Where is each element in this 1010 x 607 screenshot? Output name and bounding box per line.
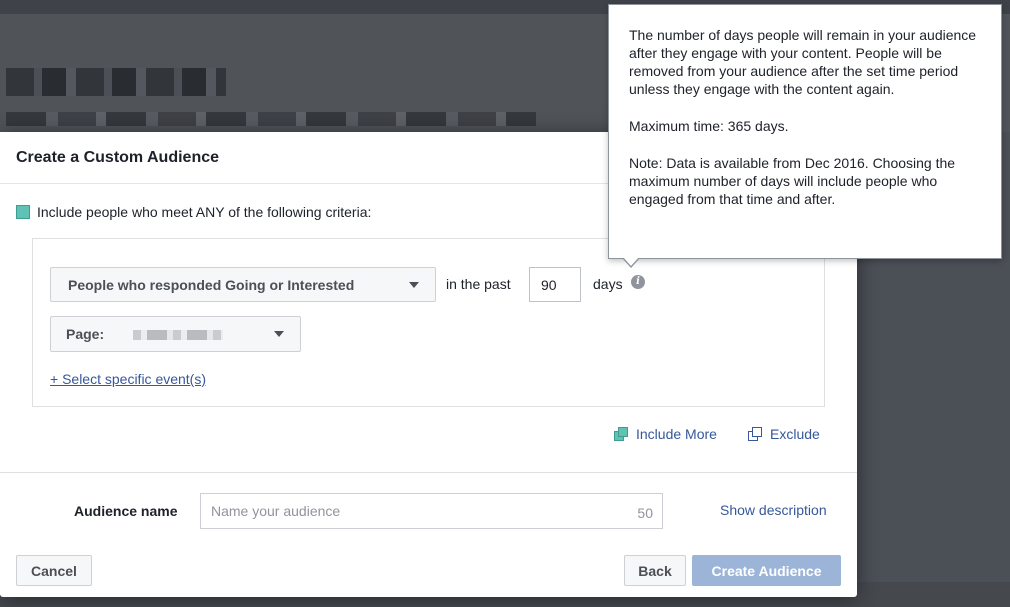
redacted-page-name [133, 330, 223, 340]
page-select[interactable]: Page: [50, 316, 301, 352]
tooltip-arrow-inner [623, 257, 639, 266]
page-select-label: Page: [66, 326, 105, 342]
background-blurred-text [6, 112, 536, 126]
tooltip-paragraph-1: The number of days people will remain in… [629, 27, 977, 97]
audience-name-field[interactable]: 50 [200, 493, 663, 529]
back-button[interactable]: Back [624, 555, 686, 586]
char-limit-counter: 50 [637, 505, 653, 521]
create-audience-button[interactable]: Create Audience [692, 555, 841, 586]
show-description-link[interactable]: Show description [720, 502, 827, 518]
audience-name-input[interactable] [201, 494, 601, 528]
days-input[interactable]: 90 [529, 267, 581, 302]
chevron-down-icon [409, 282, 419, 288]
event-type-select[interactable]: People who responded Going or Interested [50, 267, 436, 302]
chevron-down-icon [274, 331, 284, 337]
rule-box: People who responded Going or Interested… [32, 238, 825, 407]
days-info-tooltip: The number of days people will remain in… [608, 4, 1002, 259]
exclude-stack-icon [748, 427, 764, 441]
days-label: days [593, 276, 623, 292]
include-more-label: Include More [636, 426, 717, 442]
tooltip-paragraph-3: Note: Data is available from Dec 2016. C… [629, 155, 956, 207]
audience-name-label: Audience name [74, 503, 178, 519]
include-stack-icon [614, 427, 630, 441]
include-more-button[interactable]: Include More [614, 426, 717, 442]
info-icon[interactable]: i [631, 275, 645, 289]
criteria-text: Include people who meet ANY of the follo… [37, 204, 372, 220]
divider [0, 472, 857, 473]
cancel-button[interactable]: Cancel [16, 555, 92, 586]
criteria-row: Include people who meet ANY of the follo… [16, 204, 371, 220]
tooltip-paragraph-2: Maximum time: 365 days. [629, 118, 789, 134]
include-color-swatch-icon [16, 205, 30, 219]
background-blurred-title [6, 68, 226, 96]
exclude-label: Exclude [770, 426, 820, 442]
event-type-select-label: People who responded Going or Interested [68, 276, 355, 293]
exclude-button[interactable]: Exclude [748, 426, 820, 442]
in-the-past-label: in the past [446, 276, 511, 292]
select-specific-events-link[interactable]: + Select specific event(s) [50, 371, 206, 387]
